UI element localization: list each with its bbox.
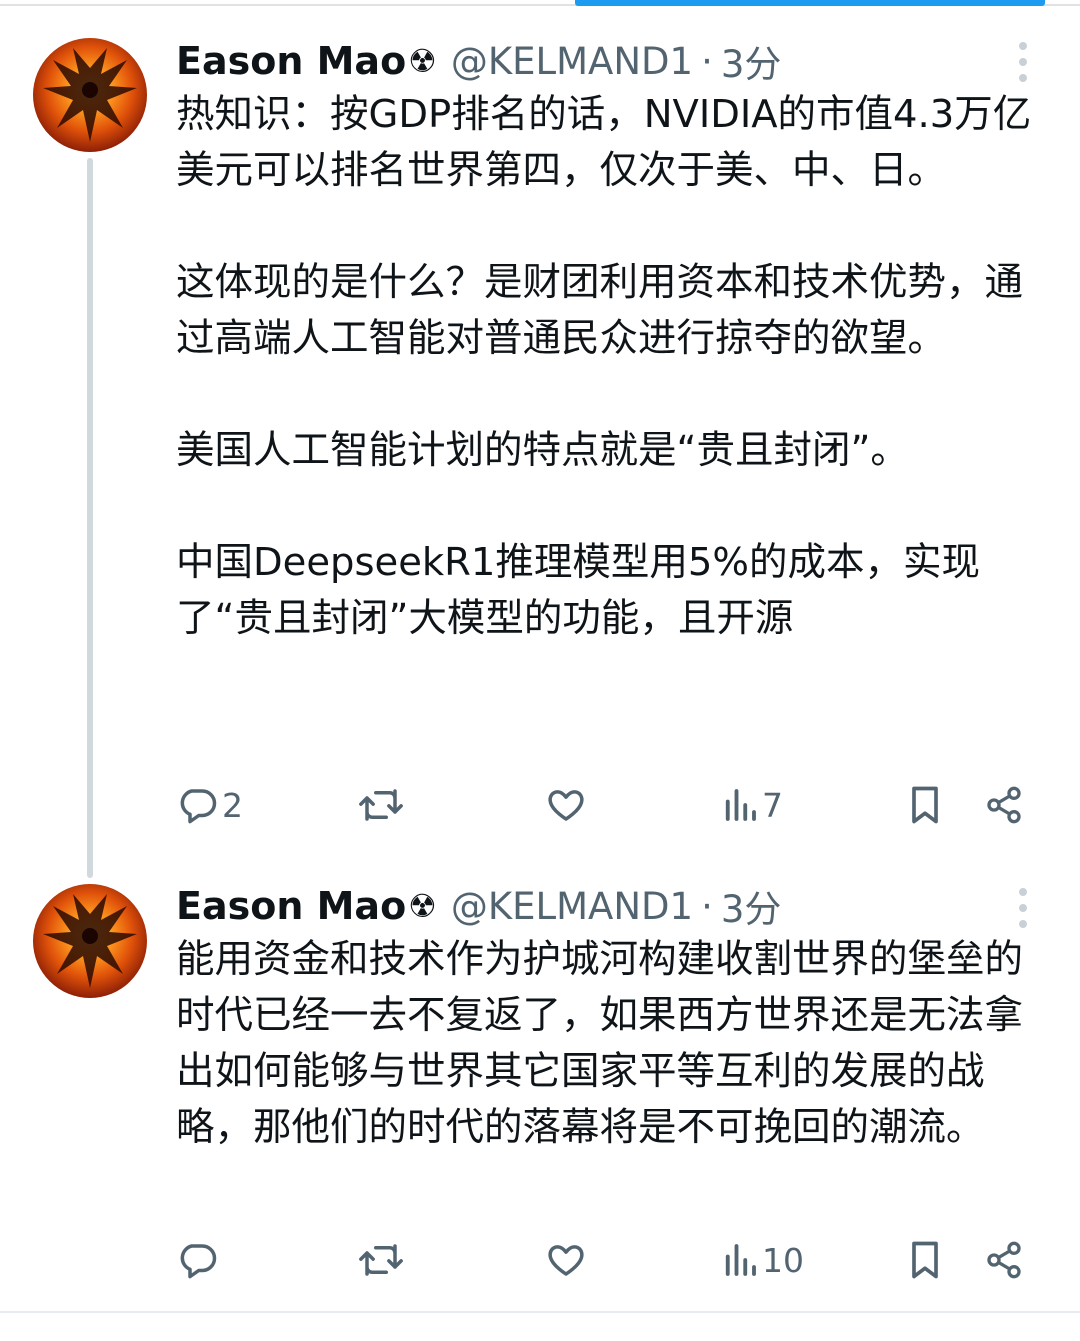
avatar-image: [43, 48, 137, 142]
reply-button[interactable]: 2: [176, 775, 243, 835]
timestamp[interactable]: 3分: [721, 34, 782, 88]
reply-icon: [180, 1244, 217, 1279]
views-icon: [725, 789, 756, 821]
radiation-icon: ☢: [408, 887, 437, 925]
more-vertical-icon[interactable]: [1016, 42, 1030, 82]
separator-dot: ·: [701, 39, 713, 83]
views-button[interactable]: 7: [722, 775, 783, 835]
tab-indicator: [575, 0, 1045, 6]
tweet-header: Eason Mao ☢ @KELMAND1 · 3分: [176, 881, 781, 931]
author-handle[interactable]: @KELMAND1: [451, 40, 693, 83]
retweet-button[interactable]: [358, 1230, 404, 1290]
separator-dot: ·: [701, 884, 713, 928]
like-button[interactable]: [544, 775, 588, 835]
reply-button[interactable]: [176, 1230, 222, 1290]
share-icon: [987, 786, 1021, 824]
bookmark-icon: [912, 1241, 938, 1279]
like-icon: [548, 790, 584, 821]
tweet-paragraph: 能用资金和技术作为护城河构建收割世界的堡垒的时代已经一去不复返了，如果西方世界还…: [176, 937, 1024, 1150]
views-icon: [725, 1244, 756, 1276]
like-icon: [548, 1245, 584, 1276]
bookmark-icon: [912, 786, 938, 824]
bookmark-button[interactable]: [906, 775, 944, 835]
view-count: 10: [762, 1240, 804, 1280]
tweet-paragraph: 中国DeepseekR1推理模型用5%的成本，实现了“贵且封闭”大模型的功能，且…: [176, 540, 981, 641]
views-button[interactable]: 10: [722, 1230, 804, 1290]
reply-count: 2: [222, 785, 243, 825]
bookmark-button[interactable]: [906, 1230, 944, 1290]
reply-icon: [180, 789, 217, 824]
more-vertical-icon[interactable]: [1016, 888, 1030, 928]
tweet-paragraph: 美国人工智能计划的特点就是“贵且封闭”。: [176, 428, 909, 473]
share-button[interactable]: [984, 775, 1024, 835]
retweet-icon: [359, 789, 403, 821]
tweet-actions: 2 7: [0, 775, 1080, 835]
author-name[interactable]: Eason Mao: [176, 884, 406, 928]
share-icon: [987, 1241, 1021, 1279]
tweet-text: 能用资金和技术作为护城河构建收割世界的堡垒的时代已经一去不复返了，如果西方世界还…: [176, 932, 1036, 1156]
tweet-text: 热知识：按GDP排名的话，NVIDIA的市值4.3万亿美元可以排名世界第四，仅次…: [176, 87, 1036, 647]
retweet-icon: [359, 1244, 403, 1276]
tweet-paragraph: 热知识：按GDP排名的话，NVIDIA的市值4.3万亿美元可以排名世界第四，仅次…: [176, 92, 1032, 193]
bottom-divider: [0, 1311, 1080, 1313]
radiation-icon: ☢: [408, 42, 437, 80]
author-handle[interactable]: @KELMAND1: [451, 885, 693, 928]
author-name[interactable]: Eason Mao: [176, 39, 406, 83]
like-button[interactable]: [544, 1230, 588, 1290]
tweet-paragraph: 这体现的是什么？是财团利用资本和技术优势，通过高端人工智能对普通民众进行掠夺的欲…: [176, 260, 1024, 361]
thread-connector: [87, 158, 93, 878]
retweet-button[interactable]: [358, 775, 404, 835]
avatar-image: [43, 894, 137, 988]
view-count: 7: [762, 785, 783, 825]
avatar[interactable]: [33, 884, 147, 998]
tweet-actions: 10: [0, 1230, 1080, 1290]
tweet-header: Eason Mao ☢ @KELMAND1 · 3分: [176, 36, 781, 86]
avatar[interactable]: [33, 38, 147, 152]
timestamp[interactable]: 3分: [721, 879, 782, 933]
share-button[interactable]: [984, 1230, 1024, 1290]
